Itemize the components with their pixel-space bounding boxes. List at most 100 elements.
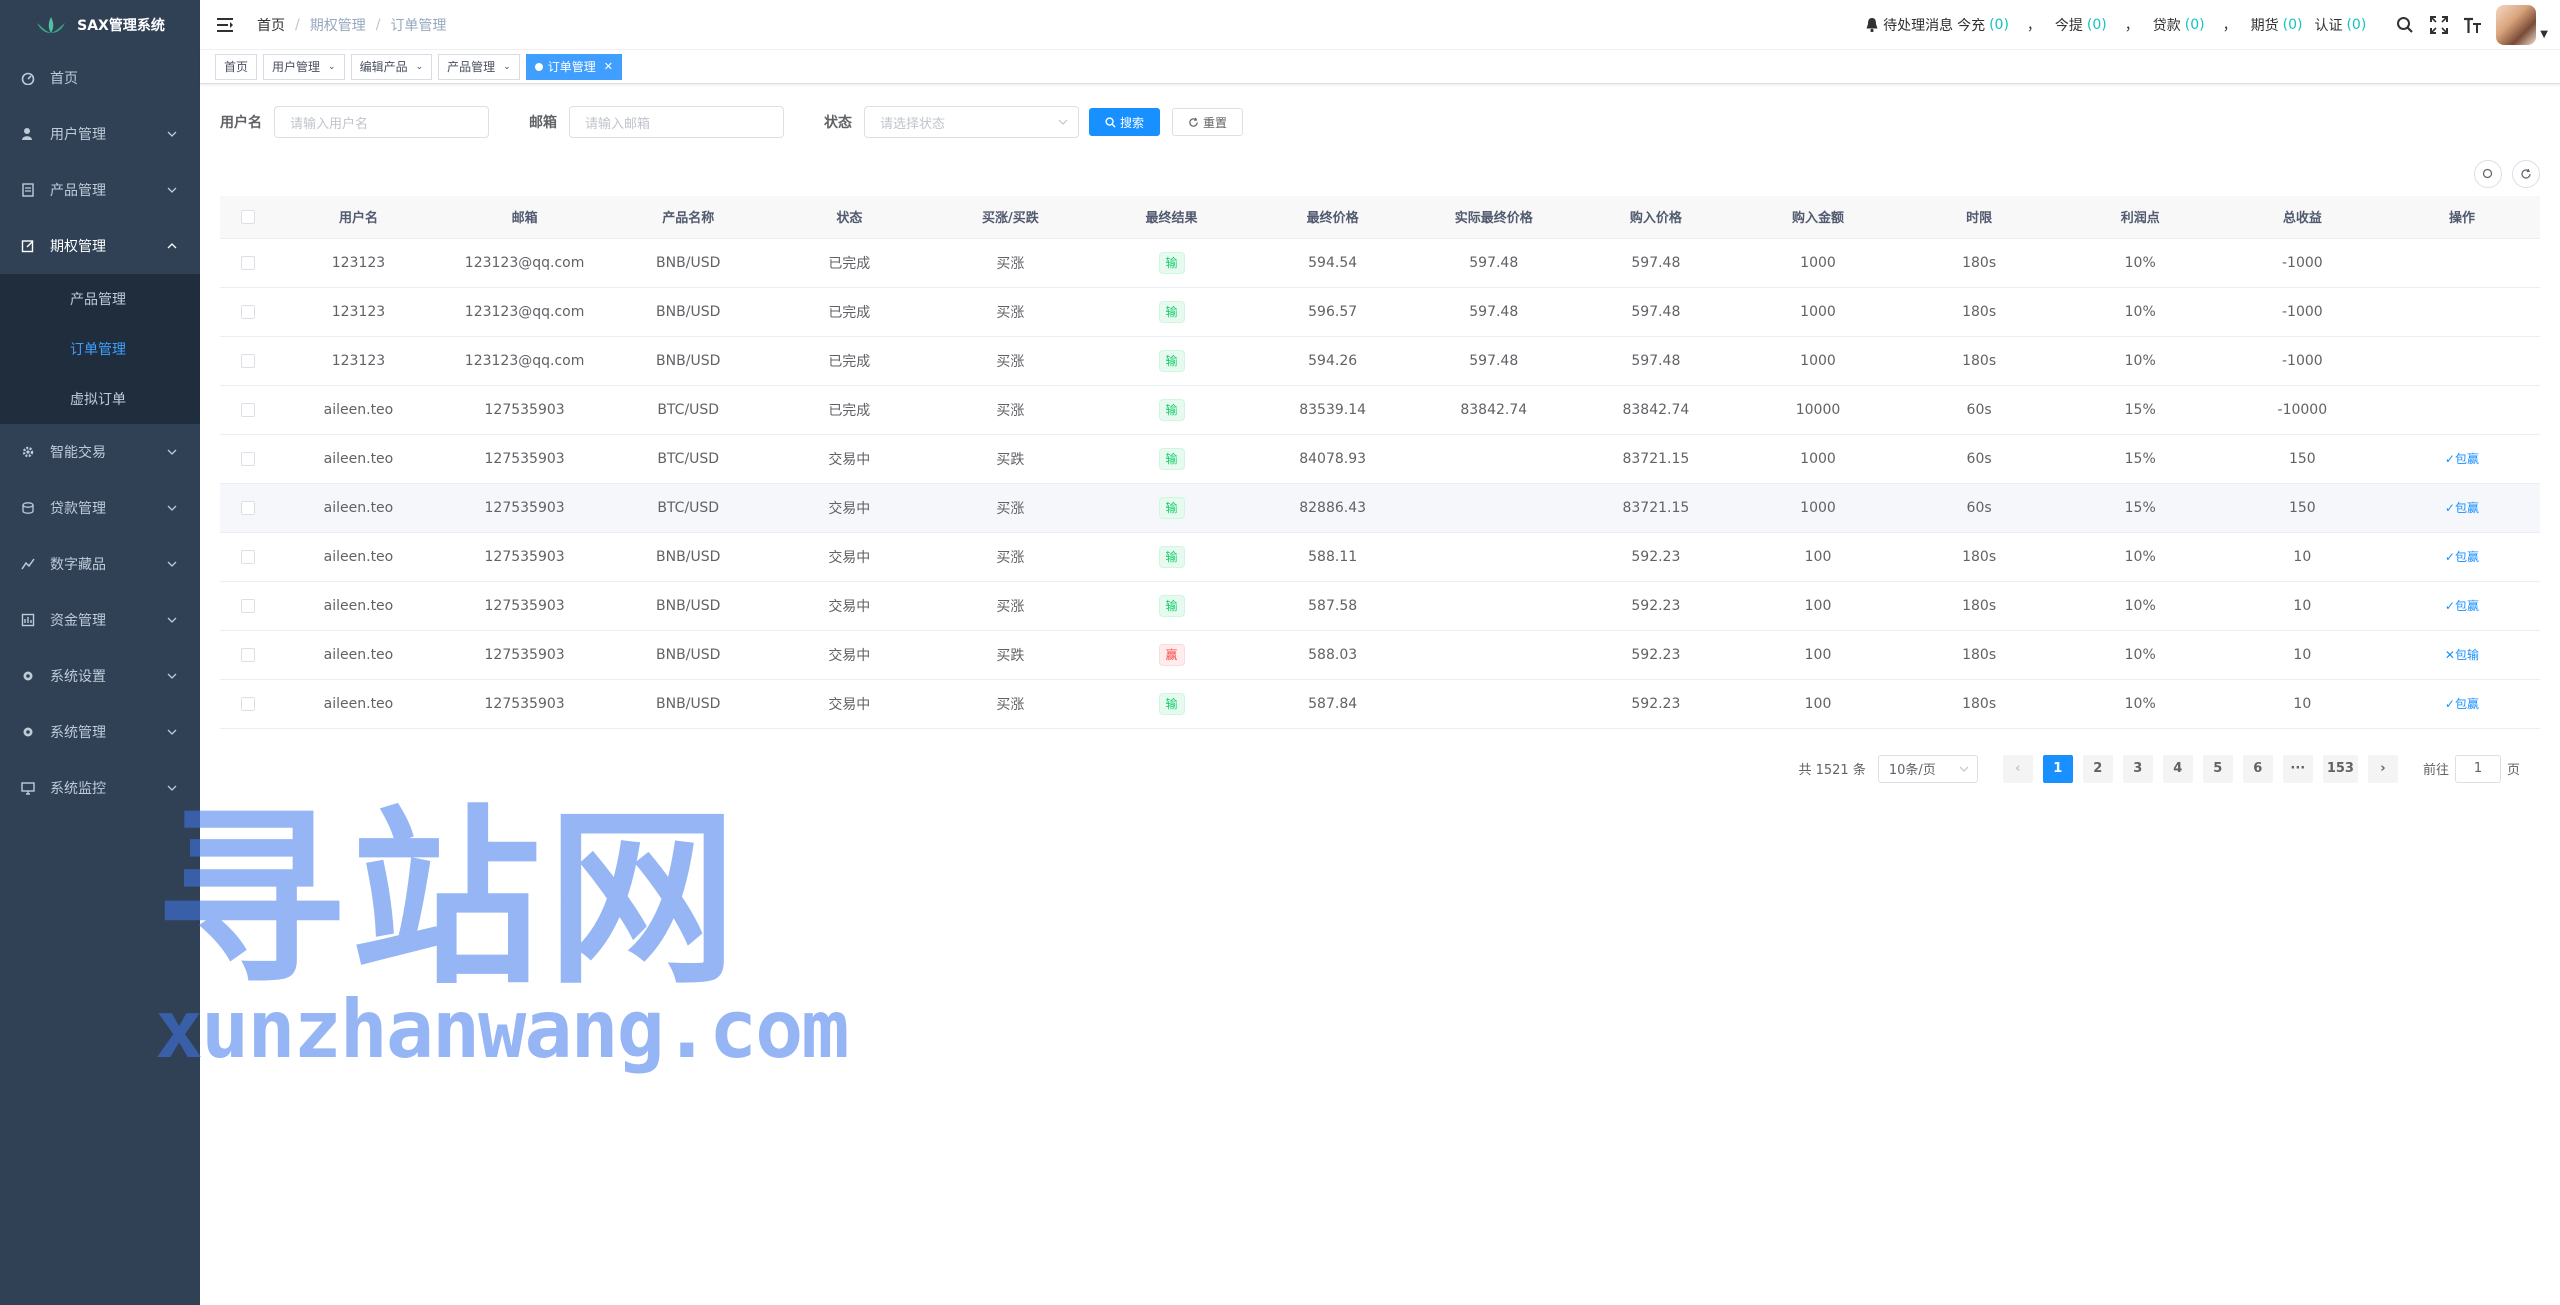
column-header[interactable]: 邮箱 [441,196,608,239]
more-pages-button[interactable]: ··· [2282,754,2313,783]
row-checkbox[interactable] [240,549,255,564]
operation-link[interactable]: ✓包赢 [2445,697,2479,711]
sidebar-item-products[interactable]: 产品管理 [0,162,200,218]
column-header[interactable]: 购入价格 [1574,196,1738,239]
row-checkbox[interactable] [240,255,255,270]
page-size-select[interactable]: 10条/页 [1877,754,1978,783]
page-button[interactable]: 153 [2322,754,2358,783]
fullscreen-icon[interactable] [2428,14,2450,36]
loan-count[interactable]: (0) [2185,17,2205,33]
search-button[interactable]: 搜索 [1089,108,1161,136]
sidebar-item-system-management[interactable]: 系统管理 [0,704,200,760]
username-input[interactable]: 请输入用户名 [274,106,489,138]
withdraw-count[interactable]: (0) [2087,17,2107,33]
breadcrumb-options[interactable]: 期权管理 [310,15,366,35]
tag-user-management[interactable]: 用户管理 ⌄ [263,53,345,80]
breadcrumb-home[interactable]: 首页 [257,15,285,35]
operation-link[interactable]: ✓包赢 [2445,501,2479,515]
select-all-checkbox[interactable] [240,209,255,224]
page-button[interactable]: 1 [2042,754,2073,783]
operation-link[interactable]: ✓包赢 [2445,452,2479,466]
page-button[interactable]: 5 [2202,754,2233,783]
column-header[interactable]: 操作 [2383,196,2540,239]
recharge-count[interactable]: (0) [1989,17,2009,33]
next-page-button[interactable]: › [2367,754,2398,783]
row-checkbox[interactable] [240,402,255,417]
operation-link[interactable]: ✓包赢 [2445,550,2479,564]
row-checkbox[interactable] [240,304,255,319]
verify-count[interactable]: (0) [2346,17,2366,33]
submenu-item-order-management[interactable]: 订单管理 [0,324,200,374]
hamburger-icon[interactable] [215,15,235,35]
sidebar-item-smart-trading[interactable]: 智能交易 [0,424,200,480]
verify-label[interactable]: 认证 [2314,15,2342,35]
column-header[interactable]: 利润点 [2059,196,2221,239]
table-row[interactable]: aileen.teo 127535903 BNB/USD 交易中 买跌 赢 588.03 59… [220,630,2540,680]
table-row[interactable]: aileen.teo 127535903 BNB/USD 交易中 买涨 输 588.11 59… [220,532,2540,582]
column-header[interactable]: 最终价格 [1252,196,1414,239]
reset-button[interactable]: 重置 [1172,108,1244,136]
table-row[interactable]: 123123 123123@qq.com BNB/USD 已完成 买涨输 594.26 59… [220,336,2540,386]
prev-page-button[interactable]: ‹ [2002,754,2033,783]
futures-label[interactable]: 期货 [2251,15,2279,35]
recharge-label[interactable]: 今充 [1957,15,1985,35]
operation-link[interactable]: ✕包输 [2445,648,2479,662]
table-row[interactable]: aileen.teo 127535903 BTC/USD 交易中 买涨 输 82886.43… [220,483,2540,533]
search-icon[interactable] [2394,14,2416,36]
sidebar-item-loans[interactable]: 贷款管理 [0,480,200,536]
row-checkbox[interactable] [240,647,255,662]
table-row[interactable]: aileen.teo 127535903 BNB/USD 交易中 买涨 输 587.84 59… [220,679,2540,729]
operation-link[interactable]: ✓包赢 [2445,599,2479,613]
tag-edit-product[interactable]: 编辑产品 ⌄ [350,53,433,80]
row-checkbox[interactable] [240,451,255,466]
column-header[interactable]: 总收益 [2220,196,2384,239]
tag-product-management[interactable]: 产品管理 ⌄ [438,53,520,80]
logo[interactable]: SAX管理系统 [0,0,200,50]
column-header[interactable]: 产品名称 [607,196,769,239]
withdraw-label[interactable]: 今提 [2055,15,2083,35]
column-header[interactable]: 购入金额 [1737,196,1899,239]
loan-label[interactable]: 贷款 [2153,15,2181,35]
column-header[interactable]: 时限 [1898,196,2060,239]
page-button[interactable]: 3 [2122,754,2153,783]
email-input[interactable]: 请输入邮箱 [569,106,784,138]
row-checkbox[interactable] [240,696,255,711]
font-size-icon[interactable] [2462,14,2484,36]
table-row[interactable]: aileen.teo 127535903 BNB/USD 交易中 买涨 输 587.58 59… [220,581,2540,631]
tag-order-management[interactable]: 订单管理 ✕ [525,53,622,80]
close-icon[interactable]: ✕ [604,55,613,79]
dashboard-icon [20,70,36,86]
table-row[interactable]: aileen.teo 127535903 BTC/USD 交易中 买跌 输 84078.93… [220,434,2540,484]
page-button[interactable]: 2 [2082,754,2113,783]
page-button[interactable]: 6 [2242,754,2273,783]
column-header[interactable]: 状态 [768,196,930,239]
table-row[interactable]: 123123 123123@qq.com BNB/USD 已完成 买涨输 594.54 59… [220,238,2540,288]
table-row[interactable]: 123123 123123@qq.com BNB/USD 已完成 买涨输 596.57 59… [220,287,2540,337]
sidebar-item-options[interactable]: 期权管理 [0,218,200,274]
row-checkbox[interactable] [240,500,255,515]
column-header[interactable]: 实际最终价格 [1413,196,1575,239]
tag-home[interactable]: 首页 [215,53,258,80]
sidebar-item-funds[interactable]: 资金管理 [0,592,200,648]
submenu-item-product-management[interactable]: 产品管理 [0,274,200,324]
status-select[interactable]: 请选择状态 [864,106,1079,138]
page-button[interactable]: 4 [2162,754,2193,783]
sidebar-item-system-settings[interactable]: 系统设置 [0,648,200,704]
sidebar-item-home[interactable]: 首页 [0,50,200,106]
sidebar-item-digital-collectibles[interactable]: 数字藏品 [0,536,200,592]
avatar[interactable] [2496,5,2537,45]
toggle-search-icon[interactable] [2474,160,2502,188]
sidebar-item-users[interactable]: 用户管理 [0,106,200,162]
table-row[interactable]: aileen.teo 127535903 BTC/USD 已完成 买涨 输 83539.14… [220,385,2540,435]
goto-page-input[interactable]: 1 [2454,754,2501,783]
column-header[interactable]: 用户名 [275,196,442,239]
column-header[interactable]: 最终结果 [1090,196,1253,239]
row-checkbox[interactable] [240,353,255,368]
caret-down-icon[interactable]: ▼ [2540,29,2548,40]
submenu-item-virtual-orders[interactable]: 虚拟订单 [0,374,200,424]
column-header[interactable]: 买涨/买跌 [929,196,1091,239]
row-checkbox[interactable] [240,598,255,613]
sidebar-item-system-monitor[interactable]: 系统监控 [0,760,200,816]
refresh-icon[interactable] [2512,160,2540,188]
futures-count[interactable]: (0) [2283,17,2303,33]
